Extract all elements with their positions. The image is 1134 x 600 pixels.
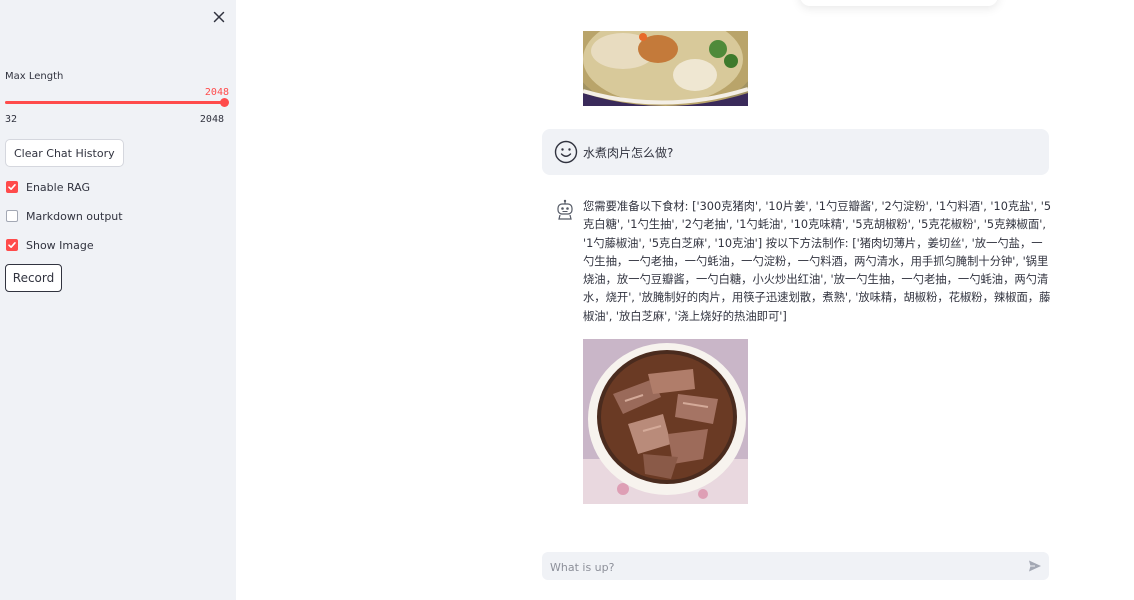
dish-image	[583, 339, 748, 504]
max-length-label: Max Length	[5, 71, 64, 82]
show-image-checkbox[interactable]: Show Image	[6, 237, 94, 253]
top-toolbar-shadow	[800, 0, 998, 6]
robot-icon	[557, 199, 573, 220]
send-button[interactable]	[1027, 558, 1043, 574]
slider-thumb[interactable]	[220, 98, 229, 107]
assistant-message-text: 您需要准备以下食材: ['300克猪肉', '10片姜', '1勺豆瓣酱', '…	[583, 200, 1052, 323]
user-message: 水煮肉片怎么做?	[542, 129, 1049, 175]
max-length-current-value: 2048	[204, 87, 229, 98]
check-icon	[8, 184, 16, 190]
checkbox-box[interactable]	[6, 181, 18, 193]
max-length-max: 2048	[199, 114, 224, 125]
chat-input-bar	[542, 552, 1049, 580]
markdown-output-checkbox[interactable]: Markdown output	[6, 208, 123, 224]
sidebar: Max Length 2048 32 2048 Clear Chat Histo…	[0, 0, 236, 600]
chat-input[interactable]	[548, 556, 1012, 578]
app: Max Length 2048 32 2048 Clear Chat Histo…	[0, 0, 1134, 600]
slider-fill	[5, 101, 225, 104]
previous-dish-image	[583, 31, 748, 106]
enable-rag-checkbox[interactable]: Enable RAG	[6, 179, 90, 195]
clear-chat-history-button[interactable]: Clear Chat History	[5, 139, 124, 167]
close-sidebar-button[interactable]	[209, 7, 229, 27]
checkbox-box[interactable]	[6, 210, 18, 222]
check-icon	[8, 242, 16, 248]
max-length-slider[interactable]	[5, 98, 229, 107]
checkbox-label: Show Image	[26, 238, 94, 252]
close-icon	[213, 11, 225, 23]
record-button[interactable]: Record	[5, 264, 62, 292]
smiley-face-icon	[554, 140, 578, 164]
checkbox-label: Markdown output	[26, 209, 123, 223]
checkbox-label: Enable RAG	[26, 180, 91, 194]
max-length-min: 32	[5, 114, 18, 125]
send-icon	[1029, 560, 1041, 572]
user-message-text: 水煮肉片怎么做?	[583, 146, 674, 160]
checkbox-box[interactable]	[6, 239, 18, 251]
